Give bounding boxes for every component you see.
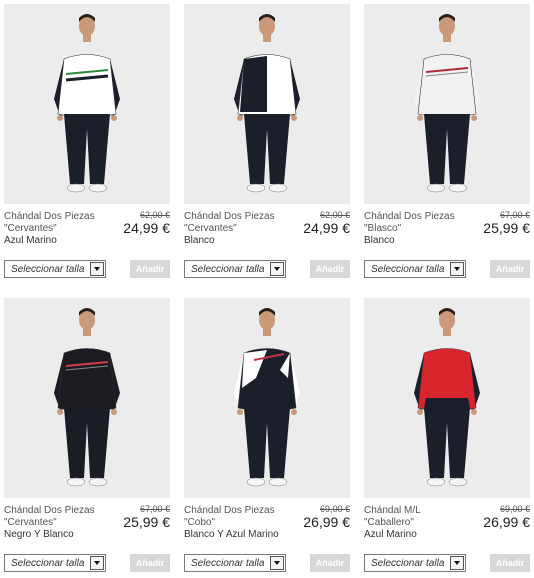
product-image[interactable] <box>184 298 350 498</box>
product-card-1: Chándal Dos Piezas "Cervantes" Azul Mari… <box>4 4 170 284</box>
product-title[interactable]: Chándal Dos Piezas <box>364 211 476 223</box>
product-grid: Chándal Dos Piezas "Cervantes" Azul Mari… <box>0 0 534 575</box>
product-image[interactable] <box>4 4 170 204</box>
old-price: 69,00 € <box>319 504 350 514</box>
current-price: 24,99 € <box>123 220 170 236</box>
product-model[interactable]: "Cervantes" <box>4 223 116 235</box>
old-price: 69,00 € <box>499 504 530 514</box>
product-image[interactable] <box>364 4 530 204</box>
chevron-down-icon[interactable] <box>270 556 284 570</box>
chevron-down-icon[interactable] <box>450 556 464 570</box>
product-title[interactable]: Chándal M/L <box>364 505 476 517</box>
product-image[interactable] <box>184 4 350 204</box>
product-card-6: Chándal M/L "Caballero" Azul Marino 69,0… <box>364 298 530 578</box>
size-select-value: Seleccionar talla <box>191 264 265 275</box>
product-name[interactable]: Chándal Dos Piezas "Cobo" Blanco Y Azul … <box>184 505 296 541</box>
size-select-value: Seleccionar talla <box>191 558 265 569</box>
size-select-value: Seleccionar talla <box>371 264 445 275</box>
size-select[interactable]: Seleccionar talla <box>364 260 466 278</box>
current-price: 24,99 € <box>303 220 350 236</box>
product-title[interactable]: Chándal Dos Piezas <box>4 505 116 517</box>
product-card-2: Chándal Dos Piezas "Cervantes" Blanco 62… <box>184 4 350 284</box>
product-model[interactable]: "Cervantes" <box>184 223 296 235</box>
chevron-down-icon[interactable] <box>450 262 464 276</box>
add-to-cart-button[interactable]: Añadir <box>490 554 530 572</box>
current-price: 25,99 € <box>483 220 530 236</box>
product-title[interactable]: Chándal Dos Piezas <box>184 505 296 517</box>
product-model[interactable]: "Cervantes" <box>4 517 116 529</box>
product-name[interactable]: Chándal Dos Piezas "Blasco" Blanco <box>364 211 476 247</box>
size-select[interactable]: Seleccionar talla <box>184 260 286 278</box>
old-price: 62,00 € <box>319 210 350 220</box>
product-model[interactable]: "Blasco" <box>364 223 476 235</box>
chevron-down-icon[interactable] <box>90 262 104 276</box>
add-to-cart-button[interactable]: Añadir <box>310 260 350 278</box>
product-color: Negro Y Blanco <box>4 529 74 540</box>
current-price: 26,99 € <box>303 514 350 530</box>
size-select[interactable]: Seleccionar talla <box>184 554 286 572</box>
product-name[interactable]: Chándal Dos Piezas "Cervantes" Azul Mari… <box>4 211 116 247</box>
current-price: 26,99 € <box>483 514 530 530</box>
product-color: Azul Marino <box>364 529 417 540</box>
old-price: 62,00 € <box>139 210 170 220</box>
add-to-cart-button[interactable]: Añadir <box>130 260 170 278</box>
product-title[interactable]: Chándal Dos Piezas <box>4 211 116 223</box>
chevron-down-icon[interactable] <box>270 262 284 276</box>
current-price: 25,99 € <box>123 514 170 530</box>
product-color: Azul Marino <box>4 235 57 246</box>
product-name[interactable]: Chándal M/L "Caballero" Azul Marino <box>364 505 476 541</box>
size-select-value: Seleccionar talla <box>371 558 445 569</box>
product-color: Blanco <box>364 235 395 246</box>
chevron-down-icon[interactable] <box>90 556 104 570</box>
product-card-5: Chándal Dos Piezas "Cobo" Blanco Y Azul … <box>184 298 350 578</box>
size-select[interactable]: Seleccionar talla <box>4 554 106 572</box>
size-select-value: Seleccionar talla <box>11 558 85 569</box>
product-color: Blanco Y Azul Marino <box>184 529 279 540</box>
product-card-4: Chándal Dos Piezas "Cervantes" Negro Y B… <box>4 298 170 578</box>
product-name[interactable]: Chándal Dos Piezas "Cervantes" Negro Y B… <box>4 505 116 541</box>
product-card-3: Chándal Dos Piezas "Blasco" Blanco 67,00… <box>364 4 530 284</box>
size-select[interactable]: Seleccionar talla <box>364 554 466 572</box>
product-model[interactable]: "Cobo" <box>184 517 296 529</box>
product-model[interactable]: "Caballero" <box>364 517 476 529</box>
add-to-cart-button[interactable]: Añadir <box>310 554 350 572</box>
size-select-value: Seleccionar talla <box>11 264 85 275</box>
size-select[interactable]: Seleccionar talla <box>4 260 106 278</box>
product-image[interactable] <box>4 298 170 498</box>
product-color: Blanco <box>184 235 215 246</box>
add-to-cart-button[interactable]: Añadir <box>490 260 530 278</box>
old-price: 67,00 € <box>139 504 170 514</box>
product-image[interactable] <box>364 298 530 498</box>
old-price: 67,00 € <box>499 210 530 220</box>
product-name[interactable]: Chándal Dos Piezas "Cervantes" Blanco <box>184 211 296 247</box>
add-to-cart-button[interactable]: Añadir <box>130 554 170 572</box>
product-title[interactable]: Chándal Dos Piezas <box>184 211 296 223</box>
